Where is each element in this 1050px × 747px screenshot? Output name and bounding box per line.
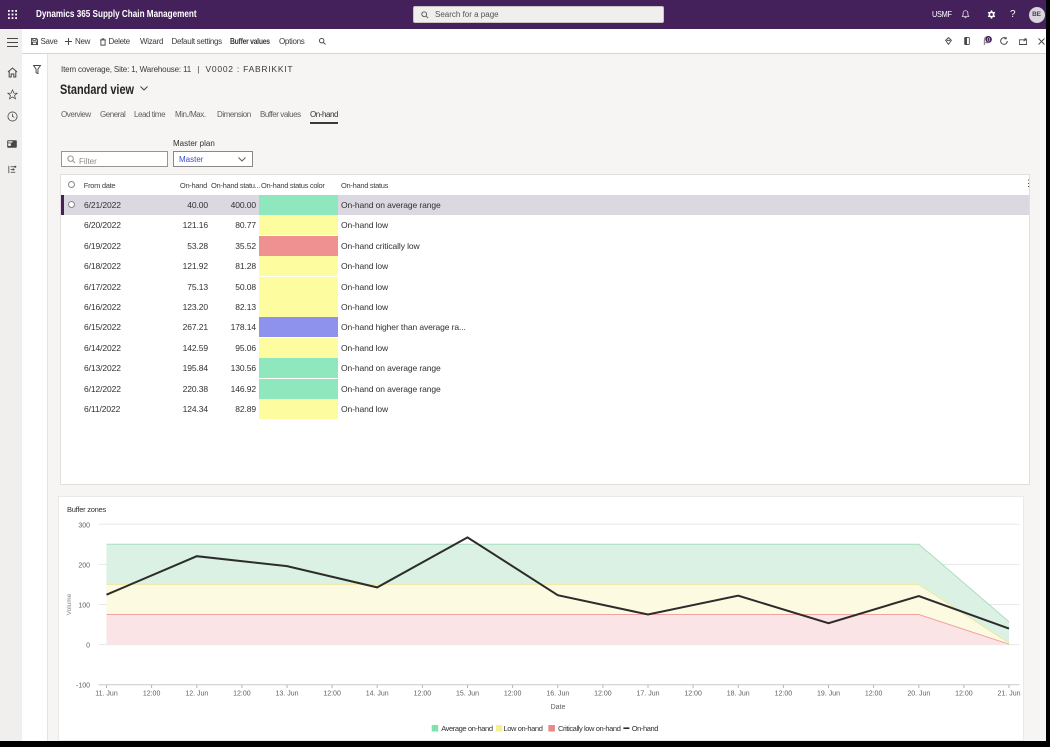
svg-text:Volume: Volume (66, 593, 73, 615)
svg-text:Date: Date (551, 704, 566, 711)
svg-text:18. Jun: 18. Jun (727, 691, 750, 698)
svg-text:17. Jun: 17. Jun (637, 691, 660, 698)
svg-text:12:00: 12:00 (233, 691, 251, 698)
svg-text:12:00: 12:00 (323, 691, 341, 698)
svg-text:100: 100 (78, 603, 90, 610)
svg-text:12:00: 12:00 (684, 691, 702, 698)
svg-text:11. Jun: 11. Jun (95, 691, 118, 698)
svg-text:12:00: 12:00 (414, 691, 432, 698)
svg-text:21. Jun: 21. Jun (998, 691, 1021, 698)
svg-text:12:00: 12:00 (504, 691, 522, 698)
svg-text:19. Jun: 19. Jun (817, 691, 840, 698)
svg-text:Low on-hand: Low on-hand (504, 724, 543, 733)
svg-text:13. Jun: 13. Jun (276, 691, 299, 698)
svg-text:-100: -100 (76, 683, 90, 690)
svg-text:Critically low on-hand: Critically low on-hand (558, 724, 621, 733)
svg-text:12:00: 12:00 (143, 691, 161, 698)
svg-text:200: 200 (78, 562, 90, 569)
svg-text:15. Jun: 15. Jun (456, 691, 479, 698)
svg-text:12:00: 12:00 (775, 691, 793, 698)
svg-text:0: 0 (86, 643, 90, 650)
svg-text:20. Jun: 20. Jun (907, 691, 930, 698)
svg-text:0: 0 (987, 37, 990, 43)
svg-text:16. Jun: 16. Jun (546, 691, 569, 698)
svg-text:12:00: 12:00 (865, 691, 883, 698)
svg-text:Average on-hand: Average on-hand (441, 724, 493, 733)
svg-text:12:00: 12:00 (955, 691, 973, 698)
svg-text:12:00: 12:00 (594, 691, 612, 698)
svg-text:On-hand: On-hand (632, 724, 659, 733)
svg-text:14. Jun: 14. Jun (366, 691, 389, 698)
svg-text:300: 300 (78, 522, 90, 529)
svg-text:Buffer zones: Buffer zones (67, 505, 106, 514)
svg-text:12. Jun: 12. Jun (185, 691, 208, 698)
